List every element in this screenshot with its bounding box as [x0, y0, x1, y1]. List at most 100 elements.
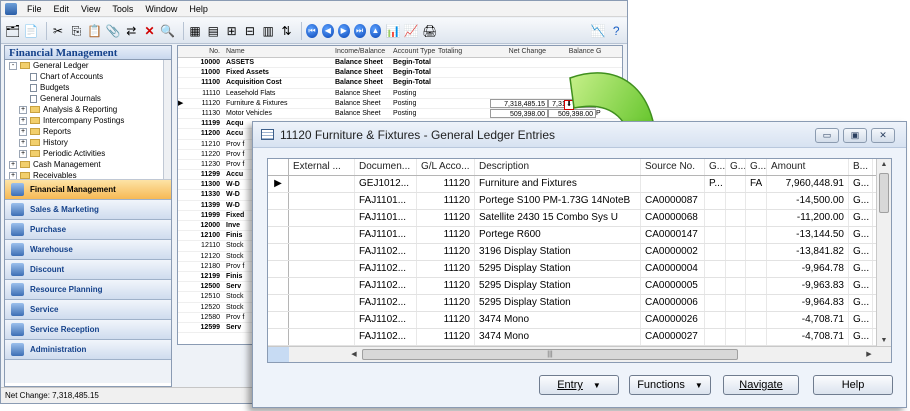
- tree-item[interactable]: + Reports: [5, 126, 171, 137]
- attach-icon[interactable]: 📎: [105, 22, 121, 40]
- menu-button[interactable]: Service: [5, 300, 171, 320]
- next-record-icon[interactable]: ▶: [337, 23, 350, 38]
- menu-button[interactable]: Financial Management: [5, 180, 171, 200]
- last-record-icon[interactable]: ⏭: [353, 23, 366, 38]
- row-selector[interactable]: [268, 261, 289, 277]
- help-icon[interactable]: 📉: [590, 22, 606, 40]
- gl-entry-row[interactable]: FAJ1101... 11120 Portege S100 PM-1.73G 14N…: [268, 193, 891, 210]
- coa-row[interactable]: 11000 Fixed Assets Balance Sheet Begin-Tota…: [178, 68, 622, 79]
- export-icon[interactable]: 📈: [404, 22, 419, 40]
- flow-filter-icon[interactable]: ▥: [261, 22, 276, 40]
- menu-window[interactable]: Window: [139, 4, 183, 14]
- navigate-button[interactable]: Navigate: [723, 375, 799, 395]
- gl-entry-row[interactable]: FAJ1102... 11120 3474 Mono CA0000027 -4,708.…: [268, 329, 891, 346]
- database-info-icon[interactable]: 📄: [23, 22, 38, 40]
- scroll-up-icon[interactable]: ▲: [877, 159, 891, 171]
- gl-entry-row[interactable]: FAJ1102... 11120 3474 Mono CA0000026 -4,708.…: [268, 312, 891, 329]
- row-selector[interactable]: [268, 329, 289, 345]
- expand-icon[interactable]: +: [19, 116, 27, 125]
- expand-icon[interactable]: +: [9, 171, 17, 179]
- tree-item[interactable]: - General Ledger: [5, 60, 171, 71]
- copy-icon[interactable]: ⎘: [69, 22, 84, 40]
- gl-entries-title-bar[interactable]: 11120 Furniture & Fixtures - General Led…: [253, 122, 906, 148]
- entry-button[interactable]: Entry ▼: [539, 375, 619, 395]
- gl-entry-row[interactable]: FAJ1101... 11120 Satellite 2430 15 Combo S…: [268, 210, 891, 227]
- expand-icon[interactable]: +: [19, 105, 27, 114]
- header-amount[interactable]: Amount: [767, 159, 849, 175]
- menu-button[interactable]: Administration: [5, 340, 171, 360]
- help-button[interactable]: Help: [813, 375, 893, 395]
- header-source-no[interactable]: Source No.: [641, 159, 705, 175]
- expand-icon[interactable]: +: [19, 138, 27, 147]
- coa-row[interactable]: ▶ 11120 Furniture & Fixtures Balance Sheet P…: [178, 98, 622, 109]
- row-selector[interactable]: [268, 227, 289, 243]
- row-selector[interactable]: [268, 278, 289, 294]
- row-selector[interactable]: [268, 312, 289, 328]
- coa-header-name[interactable]: Name: [223, 46, 335, 57]
- coa-header-no[interactable]: No.: [187, 46, 223, 57]
- header-gen-prod-posting[interactable]: G...: [746, 159, 767, 175]
- tree-item[interactable]: Budgets: [5, 82, 171, 93]
- coa-row[interactable]: 11100 Acquisition Cost Balance Sheet Begin-…: [178, 78, 622, 89]
- tree-item[interactable]: + Receivables: [5, 170, 171, 179]
- print-icon[interactable]: 🖨: [422, 22, 437, 40]
- vertical-scroll-thumb[interactable]: [879, 173, 889, 213]
- cut-icon[interactable]: ✂: [50, 22, 65, 40]
- menu-edit[interactable]: Edit: [48, 4, 76, 14]
- row-selector[interactable]: [268, 244, 289, 260]
- header-description[interactable]: Description: [475, 159, 641, 175]
- horizontal-scroll-thumb[interactable]: |||: [362, 349, 738, 360]
- menu-button[interactable]: Warehouse: [5, 240, 171, 260]
- coa-header-account-type[interactable]: Account Type: [393, 46, 438, 57]
- coa-row[interactable]: 11110 Leasehold Flats Balance Sheet Posting: [178, 89, 622, 99]
- gl-entry-row[interactable]: FAJ1102... 11120 5295 Display Station CA000…: [268, 278, 891, 295]
- filter-icon[interactable]: ⊞: [224, 22, 239, 40]
- maximize-button[interactable]: ▣: [843, 128, 867, 143]
- menu-button[interactable]: Service Reception: [5, 320, 171, 340]
- insert-icon[interactable]: ⇄: [124, 22, 139, 40]
- row-selector[interactable]: [268, 210, 289, 226]
- scroll-left-icon[interactable]: ◀: [348, 348, 360, 361]
- coa-header-income-balance[interactable]: Income/Balance: [335, 46, 393, 57]
- previous-record-icon[interactable]: ◀: [321, 23, 334, 38]
- scroll-right-icon[interactable]: ▶: [863, 348, 875, 361]
- menu-button[interactable]: Resource Planning: [5, 280, 171, 300]
- first-record-icon[interactable]: ⏮: [305, 23, 318, 38]
- menu-view[interactable]: View: [75, 4, 106, 14]
- horizontal-scrollbar[interactable]: ◀ ||| ▶: [268, 346, 891, 362]
- menu-button[interactable]: Purchase: [5, 220, 171, 240]
- menu-file[interactable]: File: [21, 4, 48, 14]
- row-selector[interactable]: [268, 193, 289, 209]
- up-icon[interactable]: ▲: [369, 23, 382, 38]
- tree-item[interactable]: + Periodic Activities: [5, 148, 171, 159]
- header-gen-bus-posting[interactable]: G...: [726, 159, 746, 175]
- row-selector[interactable]: [268, 295, 289, 311]
- tree-item[interactable]: General Journals: [5, 93, 171, 104]
- form-view-icon[interactable]: ▦: [187, 22, 202, 40]
- paste-icon[interactable]: 📋: [87, 22, 102, 40]
- gl-entry-row[interactable]: FAJ1102... 11120 5295 Display Station CA000…: [268, 261, 891, 278]
- gl-entry-row[interactable]: FAJ1101... 11120 Portege R600 CA0000147 -13,…: [268, 227, 891, 244]
- menu-tools[interactable]: Tools: [106, 4, 139, 14]
- row-selector[interactable]: ▶: [268, 176, 289, 192]
- header-gen-posting-type[interactable]: G...: [705, 159, 726, 175]
- delete-icon[interactable]: ✕: [142, 22, 157, 40]
- gl-entry-row[interactable]: ▶ GEJ1012... 11120 Furniture and Fixtures P.…: [268, 176, 891, 193]
- list-view-icon[interactable]: ▤: [206, 22, 221, 40]
- header-bal-account-type[interactable]: B...: [849, 159, 873, 175]
- expand-icon[interactable]: +: [19, 149, 27, 158]
- collapse-icon[interactable]: -: [9, 61, 17, 70]
- field-filter-icon[interactable]: ⊟: [242, 22, 257, 40]
- tree-item[interactable]: + History: [5, 137, 171, 148]
- menu-help[interactable]: Help: [183, 4, 214, 14]
- find-icon[interactable]: 🔍: [160, 22, 175, 40]
- close-button[interactable]: ✕: [871, 128, 895, 143]
- tree-item[interactable]: + Cash Management: [5, 159, 171, 170]
- whats-this-icon[interactable]: ?: [609, 22, 624, 40]
- menu-button[interactable]: Discount: [5, 260, 171, 280]
- tree-item[interactable]: + Intercompany Postings: [5, 115, 171, 126]
- tree-scrollbar[interactable]: [163, 60, 171, 179]
- expand-icon[interactable]: +: [9, 160, 17, 169]
- gl-entry-row[interactable]: FAJ1102... 11120 5295 Display Station CA000…: [268, 295, 891, 312]
- minimize-button[interactable]: ▭: [815, 128, 839, 143]
